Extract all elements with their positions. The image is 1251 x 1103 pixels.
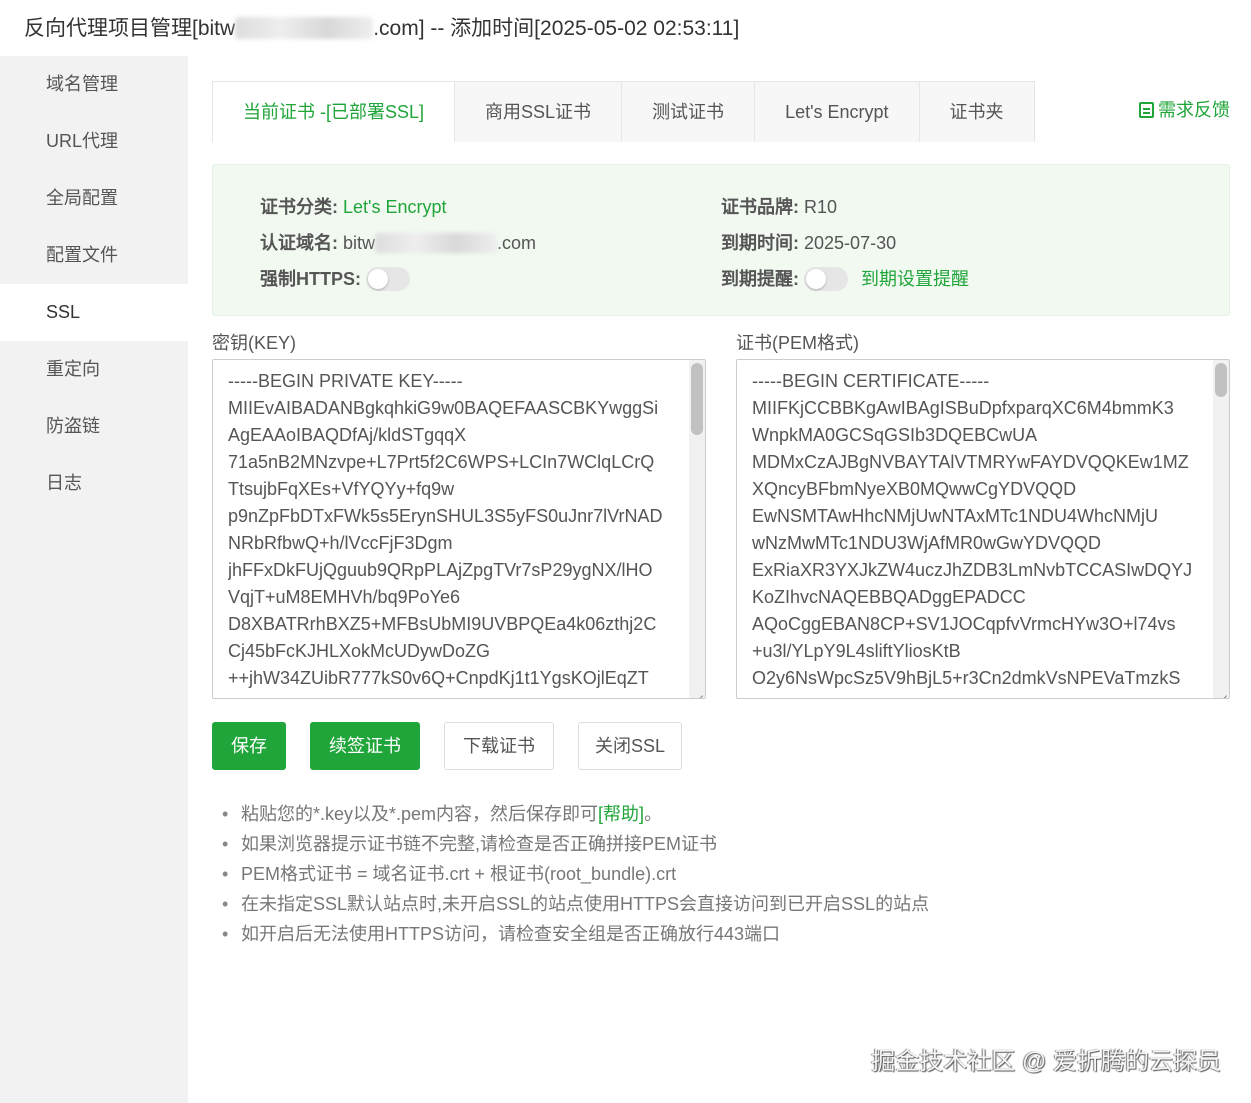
tip-text: 粘贴您的*.key以及*.pem内容，然后保存即可 bbox=[241, 804, 599, 824]
tip-item: 如果浏览器提示证书链不完整,请检查是否正确拼接PEM证书 bbox=[222, 829, 929, 859]
sidebar-item-config-file[interactable]: 配置文件 bbox=[0, 227, 188, 284]
redacted-blur bbox=[375, 233, 498, 253]
cert-brand-value: R10 bbox=[804, 197, 838, 217]
tip-item: 在未指定SSL默认站点时,未开启SSL的站点使用HTTPS会直接访问到已开启SS… bbox=[222, 889, 929, 919]
sidebar-item-label: SSL bbox=[46, 302, 81, 322]
cert-expire-row: 到期时间: 2025-07-30 bbox=[721, 229, 896, 255]
cert-domain-prefix: bitw bbox=[343, 233, 376, 253]
cert-domain-label: 认证域名: bbox=[260, 233, 338, 253]
feedback-label: 需求反馈 bbox=[1158, 100, 1230, 120]
sidebar-item-label: 日志 bbox=[46, 473, 82, 493]
expire-reminder-label: 到期提醒: bbox=[721, 269, 799, 289]
tip-text: PEM格式证书 = 域名证书.crt + 根证书(root_bundle).cr… bbox=[241, 864, 677, 884]
cert-domain-suffix: .com bbox=[497, 233, 537, 253]
tip-text: 如果浏览器提示证书链不完整,请检查是否正确拼接PEM证书 bbox=[241, 834, 718, 854]
key-scrollbar-thumb[interactable] bbox=[691, 363, 703, 435]
cert-category-label: 证书分类: bbox=[260, 197, 338, 217]
window-title-prefix: 反向代理项目管理[bitw bbox=[24, 17, 236, 40]
sidebar-item-label: 重定向 bbox=[46, 359, 100, 379]
tab-cert-folder[interactable]: 证书夹 bbox=[919, 82, 1034, 142]
tips-list: 粘贴您的*.key以及*.pem内容，然后保存即可[帮助]。 如果浏览器提示证书… bbox=[222, 799, 929, 949]
sidebar-item-label: 防盗链 bbox=[46, 416, 100, 436]
sidebar-item-label: URL代理 bbox=[46, 131, 119, 151]
tab-commercial-ssl[interactable]: 商用SSL证书 bbox=[455, 82, 623, 142]
expire-reminder-link[interactable]: 到期设置提醒 bbox=[861, 269, 969, 289]
window-title-bar: 反向代理项目管理[bitw .com] -- 添加时间[2025-05-02 02… bbox=[0, 0, 1251, 56]
sidebar-item-domain[interactable]: 域名管理 bbox=[0, 56, 188, 113]
sidebar-item-hotlink[interactable]: 防盗链 bbox=[0, 398, 188, 455]
key-resize-handle[interactable] bbox=[694, 687, 704, 697]
cert-scrollbar-thumb[interactable] bbox=[1215, 363, 1227, 397]
cert-textarea-content: -----BEGIN CERTIFICATE----- MIIFKjCCBBKg… bbox=[752, 371, 1193, 688]
cert-brand-label: 证书品牌: bbox=[721, 197, 799, 217]
tip-item: 如开启后无法使用HTTPS访问，请检查安全组是否正确放行443端口 bbox=[222, 919, 929, 949]
feedback-link[interactable]: 需求反馈 bbox=[1139, 96, 1230, 122]
key-textarea[interactable]: -----BEGIN PRIVATE KEY----- MIIEvAIBADAN… bbox=[212, 359, 706, 699]
sidebar: 域名管理 URL代理 全局配置 配置文件 SSL 重定向 防盗链 日志 bbox=[0, 56, 188, 1103]
key-textarea-content: -----BEGIN PRIVATE KEY----- MIIEvAIBADAN… bbox=[228, 371, 663, 688]
watermark: 掘金技术社区 @ 爱折腾的云探员 bbox=[871, 1048, 1221, 1075]
sidebar-item-logs[interactable]: 日志 bbox=[0, 455, 188, 512]
force-https-toggle[interactable] bbox=[366, 267, 411, 291]
key-scrollbar[interactable] bbox=[689, 360, 705, 698]
expire-reminder-row: 到期提醒: 到期设置提醒 bbox=[721, 265, 969, 291]
cert-info-panel: 证书分类: Let's Encrypt 证书品牌: R10 认证域名: bitw… bbox=[212, 164, 1230, 316]
redacted-blur bbox=[235, 17, 374, 39]
tab-current-cert[interactable]: 当前证书 -[已部署SSL] bbox=[213, 82, 456, 142]
cert-category-value: Let's Encrypt bbox=[343, 197, 447, 217]
feedback-icon bbox=[1139, 102, 1154, 118]
cert-category-row: 证书分类: Let's Encrypt bbox=[260, 193, 447, 219]
close-ssl-button[interactable]: 关闭SSL bbox=[578, 722, 682, 770]
download-cert-button[interactable]: 下载证书 bbox=[444, 722, 554, 770]
expire-reminder-toggle[interactable] bbox=[804, 267, 849, 291]
cert-field-label: 证书(PEM格式) bbox=[736, 333, 859, 353]
tip-item: 粘贴您的*.key以及*.pem内容，然后保存即可[帮助]。 bbox=[222, 799, 929, 829]
cert-textarea[interactable]: -----BEGIN CERTIFICATE----- MIIFKjCCBBKg… bbox=[736, 359, 1230, 699]
sidebar-item-label: 全局配置 bbox=[46, 188, 118, 208]
force-https-row: 强制HTTPS: bbox=[260, 265, 411, 291]
sidebar-item-redirect[interactable]: 重定向 bbox=[0, 341, 188, 398]
renew-cert-button[interactable]: 续签证书 bbox=[310, 722, 420, 770]
sidebar-item-global-config[interactable]: 全局配置 bbox=[0, 170, 188, 227]
cert-scrollbar[interactable] bbox=[1213, 360, 1229, 698]
save-button[interactable]: 保存 bbox=[212, 722, 286, 770]
cert-expire-value: 2025-07-30 bbox=[804, 233, 897, 253]
cert-brand-row: 证书品牌: R10 bbox=[721, 193, 837, 219]
cert-domain-row: 认证域名: bitw .com bbox=[260, 229, 536, 255]
ssl-tabs: 当前证书 -[已部署SSL] 商用SSL证书 测试证书 Let's Encryp… bbox=[212, 81, 1035, 142]
key-field-label: 密钥(KEY) bbox=[212, 333, 297, 353]
tab-test-cert[interactable]: 测试证书 bbox=[622, 82, 756, 142]
window-title-suffix: .com] -- 添加时间[2025-05-02 02:53:11] bbox=[373, 17, 740, 40]
sidebar-item-ssl[interactable]: SSL bbox=[0, 284, 188, 341]
cert-expire-label: 到期时间: bbox=[721, 233, 799, 253]
help-link[interactable]: [帮助] bbox=[598, 804, 644, 824]
tip-text: 在未指定SSL默认站点时,未开启SSL的站点使用HTTPS会直接访问到已开启SS… bbox=[241, 894, 930, 914]
force-https-label: 强制HTTPS: bbox=[260, 269, 361, 289]
tip-item: PEM格式证书 = 域名证书.crt + 根证书(root_bundle).cr… bbox=[222, 859, 929, 889]
main-content: 当前证书 -[已部署SSL] 商用SSL证书 测试证书 Let's Encryp… bbox=[188, 56, 1251, 1103]
sidebar-item-label: 域名管理 bbox=[46, 74, 118, 94]
tip-text-end: 。 bbox=[644, 804, 663, 824]
sidebar-item-label: 配置文件 bbox=[46, 245, 118, 265]
sidebar-item-url-proxy[interactable]: URL代理 bbox=[0, 113, 188, 170]
window-title: 反向代理项目管理[bitw .com] -- 添加时间[2025-05-02 02… bbox=[24, 12, 739, 42]
tip-text: 如开启后无法使用HTTPS访问，请检查安全组是否正确放行443端口 bbox=[241, 924, 781, 944]
tab-lets-encrypt[interactable]: Let's Encrypt bbox=[755, 82, 920, 142]
cert-resize-handle[interactable] bbox=[1218, 687, 1228, 697]
